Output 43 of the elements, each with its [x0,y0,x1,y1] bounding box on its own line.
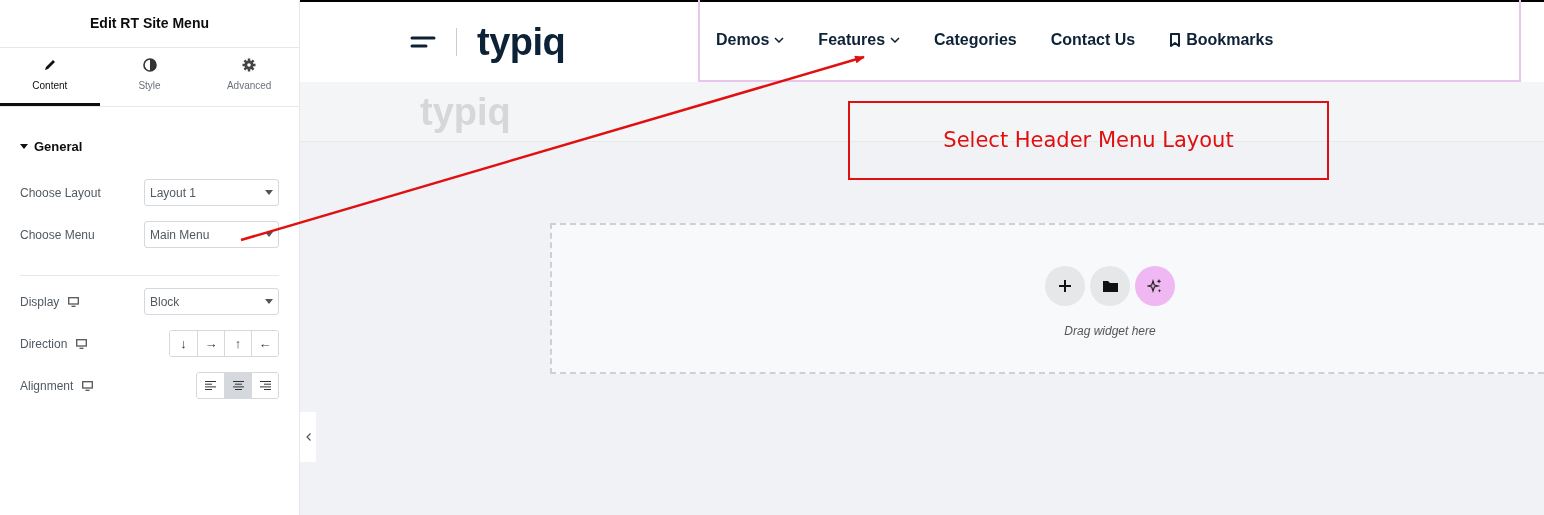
template-library-button[interactable] [1090,265,1130,306]
caret-icon [265,232,273,237]
plus-icon [1058,278,1072,293]
pencil-icon [42,58,57,72]
field-label: Display [20,293,60,311]
select-field[interactable]: Block [144,288,279,315]
select-field[interactable]: Layout 1 [144,179,279,206]
direction-button[interactable]: ← [251,331,278,356]
caret-icon [20,144,28,150]
menu-icon[interactable] [410,36,436,48]
field-label: Alignment [20,377,74,395]
select-field[interactable]: Main Menu [144,221,279,248]
panel-tab[interactable]: Content [0,48,100,106]
align-button[interactable] [251,373,278,398]
panel-tab[interactable]: Style [99,48,200,106]
panel-tab[interactable]: Advanced [199,48,299,106]
gear-icon [242,58,257,72]
nav-link[interactable]: Categories [934,28,1017,52]
field-label: Direction [20,335,68,353]
caret-icon [265,190,273,195]
add-button[interactable] [1045,265,1085,306]
panel-title: Edit RT Site Menu [90,14,209,33]
ai-button[interactable] [1135,265,1175,306]
site-logo[interactable]: typiq [477,23,566,61]
folder-icon [1102,279,1118,292]
align-lines-icon [205,381,216,390]
drop-zone-caption: Drag widget here [1064,322,1156,340]
nav-link[interactable]: Bookmarks [1169,28,1274,52]
nav-link[interactable]: Contact Us [1050,28,1136,52]
annotation-box: Select Header Menu Layout [848,101,1329,180]
sparkle-icon [1147,277,1163,294]
align-lines-icon [259,381,271,390]
half-circle-icon [142,58,157,72]
bookmark-icon [1169,33,1182,47]
field-label: Choose Layout [20,184,101,202]
align-lines-icon [232,381,244,390]
align-button[interactable] [224,373,251,398]
chevron-icon [305,433,311,441]
nav-link[interactable]: Features [818,28,901,52]
caret-icon [265,299,273,304]
section-toggle[interactable]: General [20,137,83,157]
nav-link[interactable]: Demos [716,28,785,52]
field-label: Choose Menu [20,226,95,244]
